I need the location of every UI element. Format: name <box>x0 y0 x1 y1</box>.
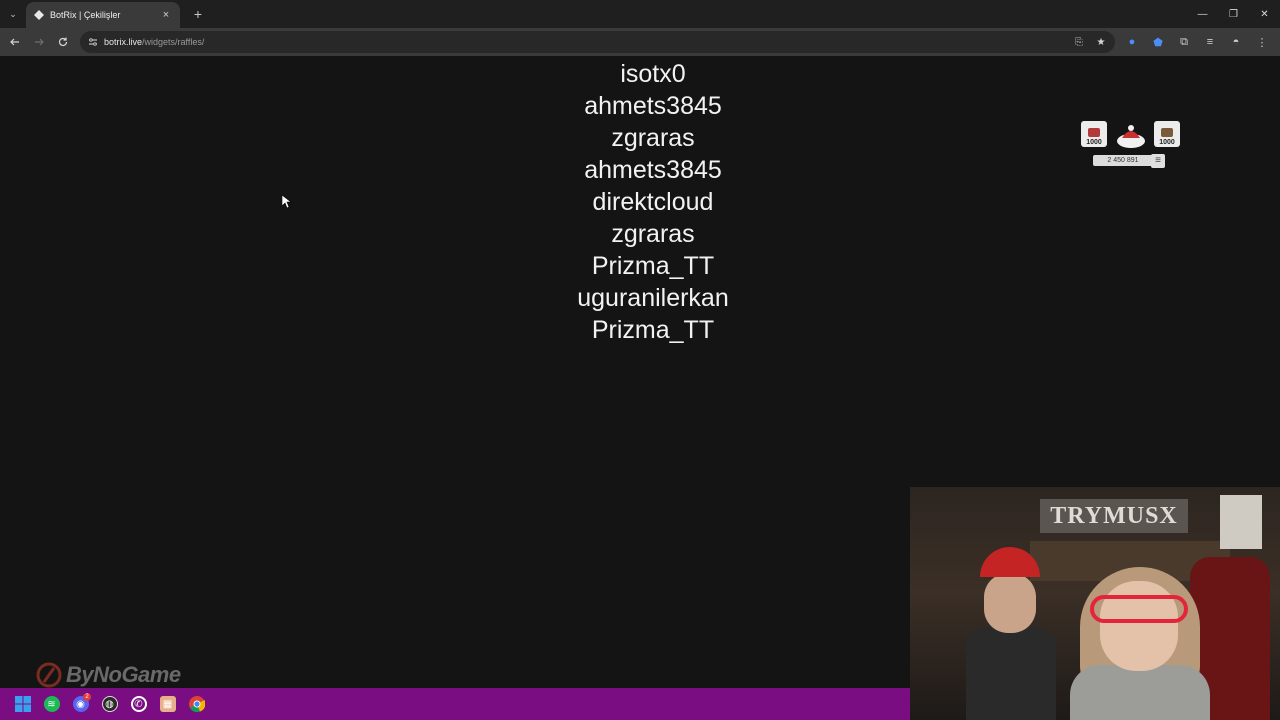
raffle-entry: zgraras <box>611 124 695 152</box>
maximize-button[interactable]: ❐ <box>1218 0 1249 28</box>
widget-card-left-value: 1000 <box>1086 139 1102 146</box>
santa-hat-icon <box>1116 124 1146 148</box>
taskbar: ≋ ◉ 2 ◍ ✆ ▦ <box>0 688 910 720</box>
window-controls: — ❐ ✕ <box>1187 0 1280 28</box>
browser-tab[interactable]: BotRix | Çekilişler × <box>26 2 180 28</box>
webcam-sign: TRYMUSX <box>1040 499 1188 533</box>
raffle-entry: Prizma_TT <box>591 252 715 280</box>
watermark-text: ByNoGame <box>66 662 181 687</box>
raffle-entry: ahmets3845 <box>584 92 722 120</box>
widget-card-right: 1000 <box>1154 121 1180 147</box>
spotify-icon[interactable]: ≋ <box>37 688 66 720</box>
mouse-cursor-icon <box>282 195 292 209</box>
obs-icon[interactable]: ◍ <box>95 688 124 720</box>
extensions-area: ● ⬟ ⧉ ≡ ◓ ⋮ <box>1120 31 1274 53</box>
widget-document-icon: ≡ <box>1151 154 1165 168</box>
forward-button[interactable] <box>27 30 51 54</box>
minimize-button[interactable]: — <box>1187 0 1218 28</box>
close-window-button[interactable]: ✕ <box>1249 0 1280 28</box>
extension-blue-circle-icon[interactable]: ● <box>1120 31 1144 53</box>
raffle-entry: ahmets3845 <box>584 156 722 184</box>
raffle-entry: zgraras <box>611 220 695 248</box>
bynogame-watermark: ByNoGame <box>36 662 181 688</box>
raffle-entries-list: isotx0 ahmets3845 zgraras ahmets3845 dir… <box>553 58 753 346</box>
botrix-diamond-icon <box>34 10 44 20</box>
raffle-entry: isotx0 <box>620 60 686 88</box>
tab-search-chevron-icon[interactable]: ⌄ <box>0 0 26 28</box>
tab-title: BotRix | Çekilişler <box>50 10 121 20</box>
party-glasses <box>1090 595 1188 623</box>
widget-card-image-icon <box>1088 128 1100 137</box>
webcam-poster <box>1220 495 1262 549</box>
raffle-entry: Prizma_TT <box>591 316 715 344</box>
url-text[interactable]: botrix.live/widgets/raffles/ <box>104 37 204 47</box>
widget-counter: 2 450 891 <box>1093 155 1153 166</box>
whatsapp-icon[interactable]: ✆ <box>124 688 153 720</box>
bynogame-logo-icon <box>36 662 62 688</box>
webcam-person-santa <box>966 547 1056 720</box>
profile-icon[interactable]: ◓ <box>1224 31 1248 53</box>
reload-button[interactable] <box>51 30 75 54</box>
menu-kebab-icon[interactable]: ⋮ <box>1250 31 1274 53</box>
image-viewer-icon[interactable]: ▦ <box>153 688 182 720</box>
widget-card-left: 1000 <box>1081 121 1107 147</box>
bookmark-star-icon[interactable]: ★ <box>1093 34 1109 50</box>
webcam-person-streamer <box>1070 567 1210 720</box>
translate-icon[interactable]: ⎘ <box>1071 34 1087 50</box>
address-bar[interactable]: botrix.live/widgets/raffles/ ⎘ ★ <box>80 31 1115 53</box>
stream-widget: 1000 1000 2 450 891 ≡ <box>1081 121 1180 173</box>
tab-strip: ⌄ BotRix | Çekilişler × + — ❐ ✕ <box>0 0 1280 28</box>
discord-badge: 2 <box>83 693 91 701</box>
webcam-overlay: TRYMUSX <box>910 487 1280 720</box>
url-path: /widgets/raffles/ <box>142 37 205 47</box>
raffle-entry: uguranilerkan <box>577 284 729 312</box>
url-host: botrix.live <box>104 37 143 47</box>
reload-icon <box>58 37 68 47</box>
chrome-icon[interactable] <box>182 688 211 720</box>
forward-arrow-icon <box>35 38 44 46</box>
windows-start-icon[interactable] <box>8 688 37 720</box>
raffle-entry: direktcloud <box>592 188 714 216</box>
media-queue-icon[interactable]: ≡ <box>1198 31 1222 53</box>
browser-toolbar: botrix.live/widgets/raffles/ ⎘ ★ ● ⬟ ⧉ ≡… <box>0 28 1280 56</box>
extensions-puzzle-icon[interactable]: ⧉ <box>1172 31 1196 53</box>
discord-icon[interactable]: ◉ 2 <box>66 688 95 720</box>
extension-bookmark-icon[interactable]: ⬟ <box>1146 31 1170 53</box>
widget-card-image-icon <box>1161 128 1173 137</box>
new-tab-button[interactable]: + <box>186 0 210 28</box>
widget-card-right-value: 1000 <box>1159 139 1175 146</box>
close-tab-icon[interactable]: × <box>160 9 172 21</box>
site-info-icon[interactable] <box>86 35 100 49</box>
back-arrow-icon <box>10 38 19 46</box>
back-button[interactable] <box>3 30 27 54</box>
